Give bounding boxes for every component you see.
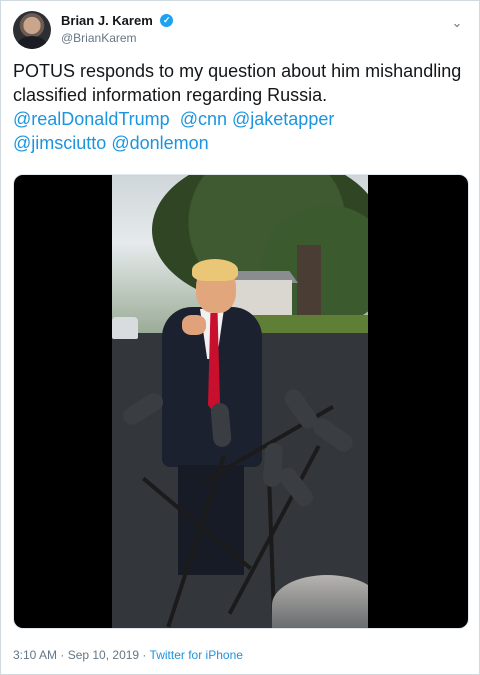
video-player[interactable] <box>13 174 469 629</box>
user-handle[interactable]: @BrianKarem <box>61 30 173 46</box>
speaker-hair <box>192 259 238 281</box>
display-name[interactable]: Brian J. Karem <box>61 12 153 29</box>
text-segment: POTUS responds to my question about him … <box>13 61 462 105</box>
tweet-header: Brian J. Karem ✓ @BrianKarem ⌄ <box>13 11 469 51</box>
text-segment <box>170 109 180 129</box>
timestamp[interactable]: 3:10 AM · Sep 10, 2019 · <box>13 648 150 662</box>
mention-cnn[interactable]: @cnn <box>180 109 227 129</box>
tweet-text: POTUS responds to my question about him … <box>13 59 463 155</box>
microphone <box>210 402 232 448</box>
parked-car <box>112 317 138 339</box>
video-frame <box>112 175 368 628</box>
mention-jimsciutto[interactable]: @jimsciutto <box>13 133 106 153</box>
avatar[interactable] <box>13 11 51 49</box>
chevron-down-icon[interactable]: ⌄ <box>449 15 465 31</box>
tweet-source[interactable]: Twitter for iPhone <box>150 648 243 662</box>
avatar-shoulders <box>17 36 47 49</box>
verified-badge-icon: ✓ <box>160 14 174 28</box>
tweet-card: Brian J. Karem ✓ @BrianKarem ⌄ POTUS res… <box>0 0 480 675</box>
mention-donlemon[interactable]: @donlemon <box>111 133 208 153</box>
author-names: Brian J. Karem ✓ @BrianKarem <box>61 12 174 46</box>
speaker-hand <box>182 315 206 335</box>
mention-jaketapper[interactable]: @jaketapper <box>232 109 334 129</box>
tweet-footer: 3:10 AM · Sep 10, 2019 · Twitter for iPh… <box>13 647 243 663</box>
mention-realdonaldtrump[interactable]: @realDonaldTrump <box>13 109 170 129</box>
